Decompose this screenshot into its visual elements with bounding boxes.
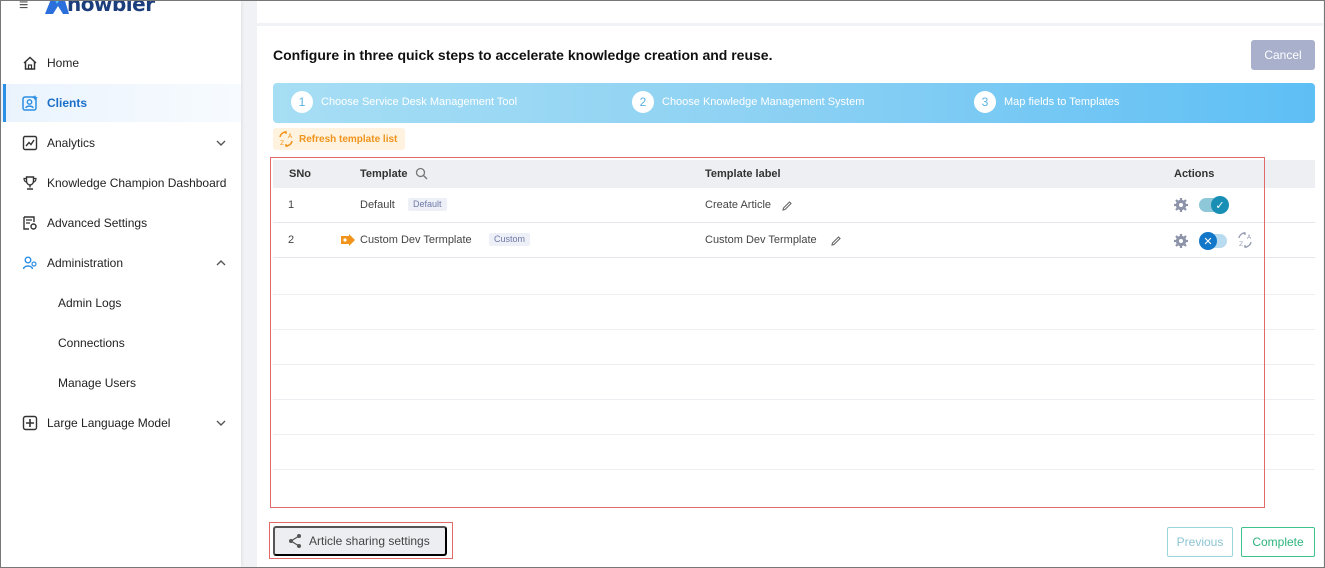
- row-template-label: Create Article: [705, 199, 772, 211]
- templates-table: SNo Template Template label Actions 1 De…: [273, 160, 1315, 508]
- step-number: 1: [291, 91, 313, 113]
- clients-icon: [21, 94, 39, 112]
- sidebar-item-label: Admin Logs: [58, 296, 122, 310]
- sidebar-item-label: Home: [47, 56, 80, 70]
- check-icon: ✓: [1211, 196, 1229, 214]
- sidebar-item-label: Clients: [47, 96, 88, 110]
- analytics-icon: [21, 134, 39, 152]
- search-icon[interactable]: [415, 167, 428, 180]
- top-bar: [257, 0, 1323, 23]
- sidebar-item-connections[interactable]: Connections: [1, 324, 241, 362]
- sidebar-item-knowledge-champion-dashboard[interactable]: Knowledge Champion Dashboard: [1, 164, 241, 202]
- previous-button[interactable]: Previous: [1167, 527, 1233, 557]
- svg-text:A: A: [1247, 234, 1252, 241]
- chevron-down-icon[interactable]: [215, 137, 227, 149]
- table-row: 1 Default Default Create Article ✓: [273, 188, 1315, 223]
- svg-text:Z: Z: [280, 140, 284, 147]
- template-enabled-toggle[interactable]: ✓: [1199, 196, 1229, 214]
- sidebar-item-clients[interactable]: Clients: [1, 84, 241, 122]
- column-header-actions: Actions: [1174, 168, 1215, 180]
- step-number: 3: [974, 91, 996, 113]
- sidebar-item-label: Advanced Settings: [47, 216, 148, 230]
- home-icon: [21, 54, 39, 72]
- stepper: 1 Choose Service Desk Management Tool 2 …: [273, 83, 1315, 123]
- sidebar-item-large-language-model[interactable]: Large Language Model: [1, 404, 241, 442]
- logo-text: nowbler: [67, 1, 155, 16]
- sidebar-item-admin-logs[interactable]: Admin Logs: [1, 284, 241, 322]
- configuration-panel: Configure in three quick steps to accele…: [257, 26, 1323, 568]
- sidebar-item-label: Manage Users: [58, 376, 137, 390]
- refresh-swap-icon: AZ: [279, 131, 293, 147]
- template-enabled-toggle[interactable]: ✕: [1199, 232, 1227, 250]
- template-type-badge: Default: [408, 198, 447, 211]
- gear-icon[interactable]: [1173, 233, 1189, 249]
- logo-mark-icon: [43, 1, 69, 16]
- row-sno: 2: [288, 234, 295, 246]
- article-sharing-settings-button[interactable]: Article sharing settings: [273, 526, 447, 556]
- sidebar-item-label: Administration: [47, 256, 124, 270]
- step-label: Choose Knowledge Management System: [662, 96, 865, 108]
- step-number: 2: [632, 91, 654, 113]
- row-template-name: Default: [360, 199, 395, 211]
- sidebar-item-label: Knowledge Champion Dashboard: [47, 176, 227, 190]
- table-divider: [273, 294, 1315, 295]
- row-template-name: Custom Dev Termplate: [360, 234, 472, 246]
- table-divider: [273, 364, 1315, 365]
- hamburger-icon[interactable]: ≡: [19, 1, 28, 15]
- sidebar: ≡ nowbler Home Clients Analytics Knowled…: [1, 1, 241, 567]
- sidebar-item-analytics[interactable]: Analytics: [1, 124, 241, 162]
- cancel-button[interactable]: Cancel: [1251, 40, 1315, 70]
- custom-template-icon: [341, 234, 355, 246]
- trophy-icon: [21, 174, 39, 192]
- sidebar-item-label: Analytics: [47, 136, 96, 150]
- table-divider: [273, 399, 1315, 400]
- refresh-swap-icon[interactable]: AZ: [1236, 231, 1254, 249]
- settings-doc-icon: [21, 214, 39, 232]
- row-template-label: Custom Dev Termplate: [705, 234, 817, 246]
- share-icon: [289, 534, 301, 548]
- chevron-up-icon[interactable]: [215, 257, 227, 269]
- share-label: Article sharing settings: [309, 534, 430, 548]
- svg-text:A: A: [288, 133, 293, 140]
- refresh-template-list-button[interactable]: AZ Refresh template list: [273, 128, 406, 150]
- template-type-badge: Custom: [489, 233, 531, 246]
- page-heading: Configure in three quick steps to accele…: [273, 47, 773, 63]
- sidebar-item-administration[interactable]: Administration: [1, 244, 241, 282]
- chevron-down-icon[interactable]: [215, 417, 227, 429]
- step-3[interactable]: 3 Map fields to Templates: [974, 91, 1119, 113]
- svg-text:Z: Z: [1239, 241, 1243, 248]
- column-header-template-label: Template label: [705, 168, 781, 180]
- close-icon: ✕: [1199, 232, 1217, 250]
- sidebar-item-label: Large Language Model: [47, 416, 171, 430]
- step-2[interactable]: 2 Choose Knowledge Management System: [632, 91, 864, 113]
- step-label: Choose Service Desk Management Tool: [321, 96, 518, 108]
- sidebar-item-label: Connections: [58, 336, 125, 350]
- table-divider: [273, 434, 1315, 435]
- admin-users-icon: [21, 254, 39, 272]
- sidebar-item-home[interactable]: Home: [1, 44, 241, 82]
- table-divider: [273, 329, 1315, 330]
- table-row: 2 Custom Dev Termplate Custom Custom Dev…: [273, 223, 1315, 258]
- llm-icon: [21, 414, 39, 432]
- pencil-icon[interactable]: [781, 200, 793, 212]
- logo: nowbler: [43, 1, 155, 16]
- table-divider: [273, 469, 1315, 470]
- column-header-sno: SNo: [289, 168, 311, 180]
- brand-bar: ≡ nowbler: [1, 1, 241, 21]
- complete-button[interactable]: Complete: [1241, 527, 1315, 557]
- pencil-icon[interactable]: [830, 235, 842, 247]
- refresh-label: Refresh template list: [299, 133, 398, 145]
- step-label: Map fields to Templates: [1004, 96, 1120, 108]
- table-header: SNo Template Template label Actions: [273, 160, 1315, 188]
- column-header-template: Template: [360, 168, 408, 180]
- gear-icon[interactable]: [1173, 197, 1189, 213]
- sidebar-item-manage-users[interactable]: Manage Users: [1, 364, 241, 402]
- step-1[interactable]: 1 Choose Service Desk Management Tool: [291, 91, 517, 113]
- row-sno: 1: [288, 199, 295, 211]
- sidebar-item-advanced-settings[interactable]: Advanced Settings: [1, 204, 241, 242]
